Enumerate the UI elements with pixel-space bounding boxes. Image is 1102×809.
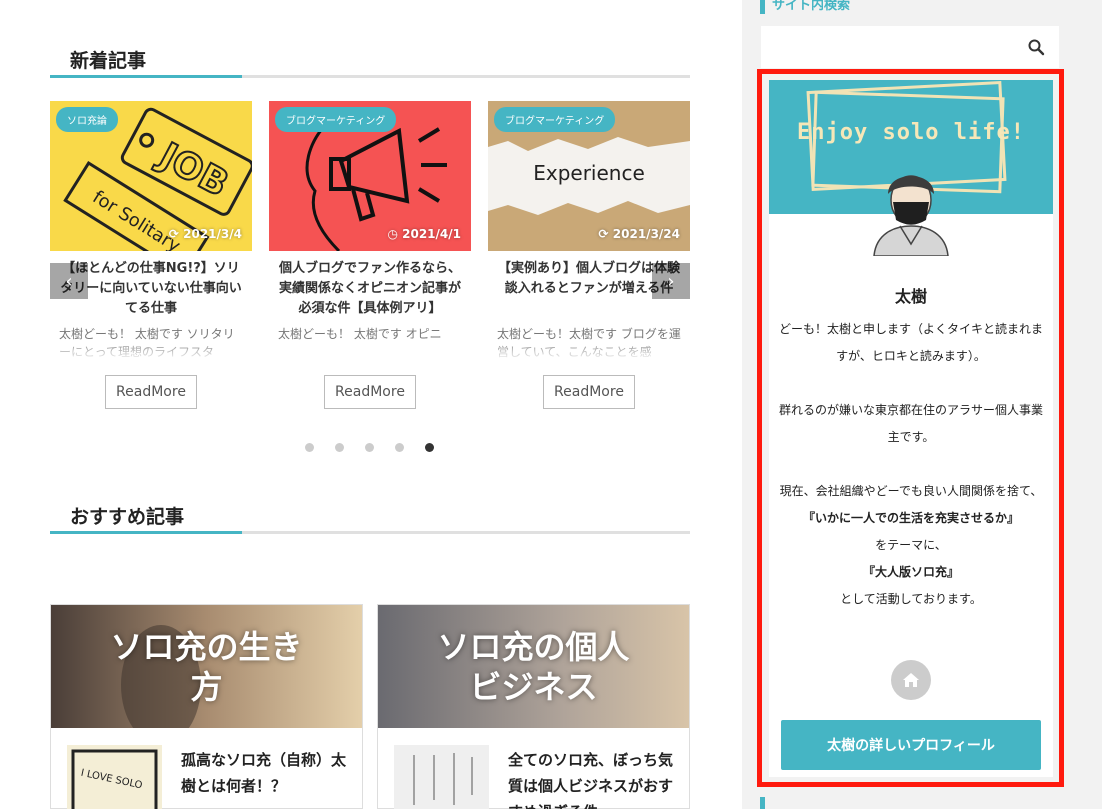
heading-underline — [50, 75, 690, 78]
refresh-icon: ⟳ — [168, 227, 179, 241]
profile-banner-text: Enjoy solo life! — [797, 120, 1025, 145]
refresh-icon: ⟳ — [598, 227, 609, 241]
search-icon[interactable] — [1027, 38, 1045, 56]
post-excerpt: 太樹どーも！ 太樹です ソリタリーにとって理想のライフスタ — [59, 327, 235, 359]
recommended-thumbnail[interactable] — [394, 745, 489, 809]
recommended-hero[interactable]: ソロ充の生き方 — [51, 605, 362, 728]
bio-line: 群れるのが嫌いな東京都在住のアラサー個人事業主です。 — [779, 403, 1044, 444]
post-excerpt: 太樹どーも！太樹です ブログを運営していて、こんなことを感 — [497, 327, 681, 359]
widget-heading-marker — [760, 797, 765, 809]
carousel-dot[interactable] — [335, 443, 344, 452]
post-date: ⟳ 2021/3/4 — [168, 227, 242, 241]
recommended-hero[interactable]: ソロ充の個人ビジネス — [378, 605, 689, 728]
profile-bio: どーも！太樹と申します（よくタイキと読まれますが、ヒロキと読みます）。 群れるの… — [779, 316, 1043, 613]
category-badge[interactable]: ブログマーケティング — [275, 107, 397, 132]
post-excerpt: 太樹どーも！ 太樹です オピニ — [278, 327, 442, 341]
readmore-button[interactable]: ReadMore — [105, 375, 197, 409]
search-input[interactable] — [761, 26, 1021, 68]
category-badge[interactable]: ブログマーケティング — [494, 107, 616, 132]
recommended-hero-title: ソロ充の個人ビジネス — [437, 628, 630, 706]
category-badge[interactable]: ソロ充論 — [56, 107, 118, 132]
readmore-button[interactable]: ReadMore — [543, 375, 635, 409]
readmore-button[interactable]: ReadMore — [324, 375, 416, 409]
bio-line-bold: 『いかに一人での生活を充実させるか』 — [802, 511, 1019, 525]
post-card[interactable]: Experience ブログマーケティング ⟳ 2021/3/24 【実例あり】… — [488, 101, 690, 411]
chevron-right-icon: › — [667, 270, 675, 292]
heading-underline — [50, 531, 690, 534]
recommended-post-title[interactable]: 孤高なソロ充（自称）太樹とは何者！？ — [181, 747, 351, 799]
new-posts-heading: 新着記事 — [50, 38, 690, 78]
home-link-button[interactable] — [891, 660, 931, 700]
carousel-prev-button[interactable]: ‹ — [50, 263, 88, 299]
bio-line-bold: 『大人版ソロ充』 — [862, 565, 959, 579]
carousel-next-button[interactable]: › — [652, 263, 690, 299]
bio-line: をテーマに、 — [875, 538, 947, 552]
post-thumbnail-experience[interactable]: Experience ブログマーケティング ⟳ 2021/3/24 — [488, 101, 690, 251]
recommended-card[interactable]: ソロ充の生き方 I LOVE SOLO 孤高なソロ充（自称）太樹とは何者！？ — [50, 604, 363, 809]
new-posts-carousel: JOB for Solitary ソロ充論 ⟳ 2021/3/4 【ほとんどの仕… — [50, 101, 690, 421]
svg-text:Experience: Experience — [533, 161, 645, 185]
post-thumbnail-megaphone[interactable]: ブログマーケティング ◷ 2021/4/1 — [269, 101, 471, 251]
profile-widget: Enjoy solo life! 太樹 どーも！太樹と申します（よくタイキと読ま… — [769, 80, 1053, 777]
profile-name: 太樹 — [894, 287, 927, 306]
recommended-heading: おすすめ記事 — [50, 494, 690, 534]
bio-line: として活動しております。 — [840, 592, 982, 606]
main-content: 新着記事 JOB for Solitary ソロ充論 ⟳ 2021/3/4 【ほ… — [0, 0, 742, 809]
search-widget-title: サイト内検索 — [772, 0, 851, 13]
recommended-title: おすすめ記事 — [70, 506, 185, 528]
post-date: ◷ 2021/4/1 — [387, 227, 461, 241]
bio-line — [779, 370, 1043, 397]
profile-detail-button[interactable]: 太樹の詳しいプロフィール — [781, 720, 1041, 770]
chevron-left-icon: ‹ — [65, 270, 73, 292]
post-date: ⟳ 2021/3/24 — [598, 227, 680, 241]
bio-line — [779, 451, 1043, 478]
recommended-thumbnail[interactable]: I LOVE SOLO — [67, 745, 162, 809]
post-card[interactable]: JOB for Solitary ソロ充論 ⟳ 2021/3/4 【ほとんどの仕… — [50, 101, 252, 411]
recommended-post-title[interactable]: 全てのソロ充、ぼっち気質は個人ビジネスがおすすめ過ぎる件 — [508, 747, 678, 809]
bio-line: どーも！太樹と申します（よくタイキと読まれますが、ヒロキと読みます）。 — [779, 322, 1044, 363]
post-title[interactable]: 個人ブログでファン作るなら、実績関係なくオピニオン記事が必須な件【具体例アリ】 — [275, 259, 465, 319]
post-thumbnail-job[interactable]: JOB for Solitary ソロ充論 ⟳ 2021/3/4 — [50, 101, 252, 251]
post-card[interactable]: ブログマーケティング ◷ 2021/4/1 個人ブログでファン作るなら、実績関係… — [269, 101, 471, 411]
home-icon — [903, 673, 919, 687]
carousel-dot[interactable] — [395, 443, 404, 452]
carousel-dot[interactable] — [365, 443, 374, 452]
recommended-card[interactable]: ソロ充の個人ビジネス 全てのソロ充、ぼっち気質は個人ビジネスがおすすめ過ぎる件 — [377, 604, 690, 809]
carousel-dot-active[interactable] — [425, 443, 434, 452]
search-box — [761, 26, 1059, 68]
new-posts-title: 新着記事 — [70, 50, 147, 72]
sidebar: サイト内検索 Enjoy solo life! 太樹 どーも！太樹と申します（よ… — [742, 0, 1102, 809]
clock-icon: ◷ — [387, 227, 398, 241]
avatar — [873, 175, 949, 256]
bio-line: 現在、会社組織やどーでも良い人間関係を捨て、 — [779, 484, 1043, 498]
widget-heading-marker — [760, 0, 765, 14]
carousel-dots — [305, 443, 434, 452]
carousel-dot[interactable] — [305, 443, 314, 452]
recommended-hero-title: ソロ充の生き方 — [110, 628, 303, 706]
